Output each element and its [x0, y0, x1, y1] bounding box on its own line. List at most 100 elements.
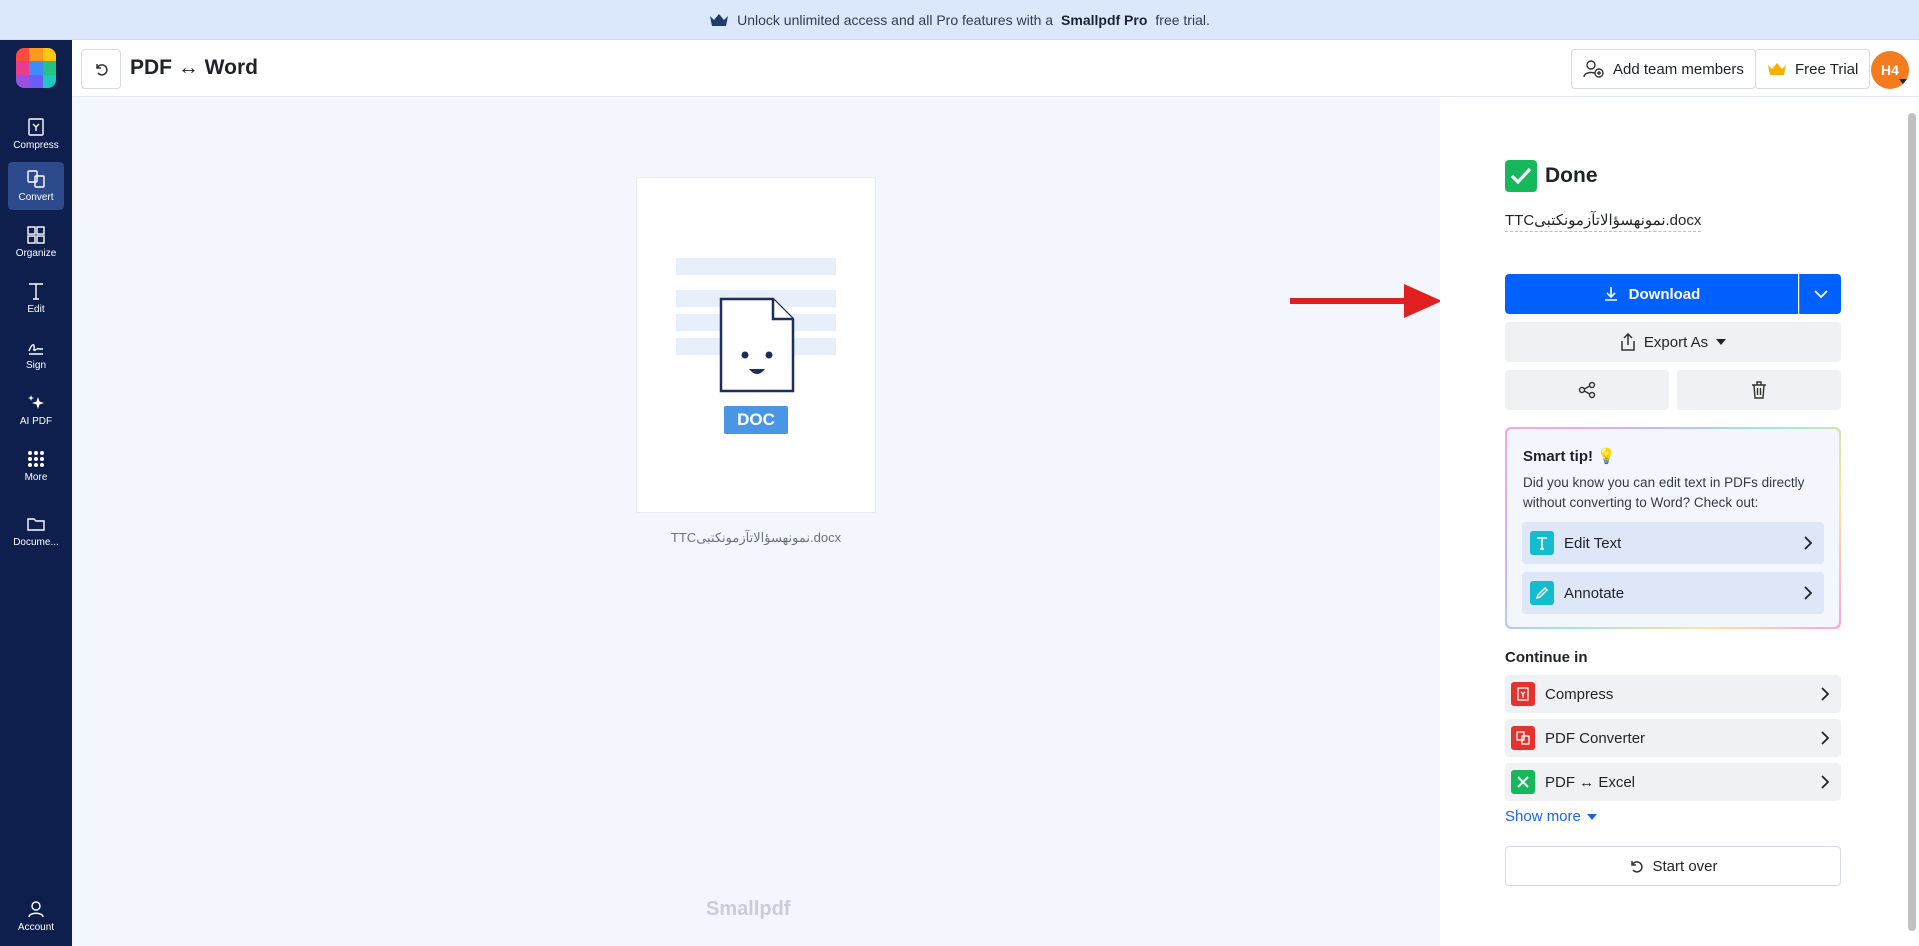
chevron-right-icon: [1821, 775, 1829, 789]
compress-icon: [28, 118, 44, 136]
sidebar-item-edit[interactable]: Edit: [8, 274, 64, 322]
edit-icon: [29, 283, 43, 300]
delete-button[interactable]: [1677, 370, 1841, 410]
add-team-members-label: Add team members: [1613, 60, 1744, 78]
sidebar-item-documents[interactable]: Docume...: [8, 507, 64, 555]
edit-text-label: Edit Text: [1564, 534, 1622, 552]
sidebar-item-convert[interactable]: Convert: [8, 162, 64, 210]
sidebar-item-label: Organize: [15, 248, 57, 259]
red-arrow-icon: [1290, 284, 1442, 318]
continue-item-label: Compress: [1545, 685, 1614, 703]
account-icon: [28, 901, 44, 918]
chevron-right-icon: [1804, 536, 1812, 550]
chevron-right-icon: [1821, 731, 1829, 745]
sidebar-item-label: Edit: [27, 304, 45, 315]
undo-icon: [96, 64, 108, 76]
page-title: PDF ↔ Word: [130, 56, 258, 79]
sidebar-item-organize[interactable]: Organize: [8, 218, 64, 266]
share-icon: [1578, 381, 1596, 399]
top-header: PDF ↔ Word Add team members Free Trial H…: [72, 40, 1919, 97]
sidebar-item-label: Docume...: [13, 537, 59, 548]
caret-down-icon: [1586, 813, 1597, 820]
undo-button[interactable]: [81, 49, 121, 89]
sidebar-item-sign[interactable]: Sign: [8, 330, 64, 378]
sign-icon: [28, 344, 43, 355]
smart-tip-box: Smart tip! 💡 Did you know you can edit t…: [1505, 427, 1841, 629]
crown-icon: [710, 13, 729, 26]
export-as-label: Export As: [1643, 333, 1709, 351]
sidebar-item-label: Account: [17, 922, 55, 933]
show-more-label: Show more: [1505, 808, 1581, 825]
compress-icon: [1511, 682, 1535, 706]
download-icon: [1604, 287, 1617, 301]
smallpdf-watermark: Smallpdf: [706, 898, 791, 920]
download-options-button[interactable]: [1799, 274, 1841, 314]
crown-icon: [1768, 63, 1786, 75]
add-user-icon: [1583, 60, 1604, 78]
sidebar-item-compress[interactable]: Compress: [8, 110, 64, 158]
convert-icon: [1511, 726, 1535, 750]
pencil-icon: [1530, 581, 1554, 605]
continue-item-label: PDF Converter: [1545, 729, 1646, 747]
sidebar-item-more[interactable]: More: [8, 442, 64, 490]
restart-icon: [1631, 861, 1644, 873]
chevron-down-icon: [1899, 79, 1907, 84]
sparkle-icon: [28, 395, 44, 409]
start-over-button[interactable]: Start over: [1505, 846, 1841, 886]
continue-pdf-excel-link[interactable]: PDF ↔ Excel: [1505, 763, 1841, 801]
banner-text-before: Unlock unlimited access and all Pro feat…: [737, 11, 1054, 28]
edit-text-link[interactable]: Edit Text: [1522, 522, 1824, 564]
annotate-label: Annotate: [1564, 584, 1625, 602]
document-preview: DOC: [636, 177, 876, 513]
annotate-link[interactable]: Annotate: [1522, 572, 1824, 614]
sidebar-item-ai-pdf[interactable]: AI PDF: [8, 386, 64, 434]
smart-tip-text: Did you know you can edit text in PDFs d…: [1523, 475, 1805, 510]
continue-item-label: PDF ↔ Excel: [1545, 773, 1636, 791]
scrollbar[interactable]: [1905, 97, 1919, 946]
smallpdf-logo[interactable]: [16, 48, 56, 88]
doc-badge: DOC: [724, 406, 788, 434]
free-trial-button[interactable]: Free Trial: [1755, 49, 1871, 89]
download-label: Download: [1628, 285, 1701, 303]
result-file-name[interactable]: TTCنمونهسؤالاتآزمونکتبی.docx: [1505, 211, 1702, 232]
document-face-icon: [719, 297, 795, 393]
continue-pdf-converter-link[interactable]: PDF Converter: [1505, 719, 1841, 757]
edit-text-icon: [1530, 531, 1554, 555]
export-icon: [1621, 333, 1635, 351]
caret-down-icon: [1716, 339, 1727, 345]
avatar-initials: H4: [1881, 62, 1899, 78]
sidebar-item-label: AI PDF: [19, 416, 53, 427]
chevron-down-icon: [1813, 290, 1828, 298]
show-more-link[interactable]: Show more: [1505, 808, 1597, 825]
convert-icon: [27, 170, 45, 188]
excel-icon: [1511, 770, 1535, 794]
banner-text-after: free trial.: [1155, 11, 1210, 28]
promo-banner[interactable]: Unlock unlimited access and all Pro feat…: [0, 0, 1919, 40]
continue-compress-link[interactable]: Compress: [1505, 675, 1841, 713]
trash-icon: [1752, 381, 1766, 399]
free-trial-label: Free Trial: [1795, 60, 1859, 78]
add-team-members-button[interactable]: Add team members: [1571, 49, 1756, 89]
chevron-right-icon: [1821, 687, 1829, 701]
done-check-icon: [1505, 160, 1537, 192]
status-label: Done: [1545, 164, 1598, 187]
continue-in-title: Continue in: [1505, 649, 1588, 666]
sidebar-item-label: Convert: [18, 192, 54, 203]
smart-tip-title: Smart tip! 💡: [1523, 448, 1616, 465]
sidebar-item-label: Sign: [25, 360, 46, 371]
share-button[interactable]: [1505, 370, 1669, 410]
grid-icon: [28, 451, 44, 467]
download-button[interactable]: Download: [1505, 274, 1798, 314]
sidebar-item-account[interactable]: Account: [8, 892, 64, 940]
folder-icon: [27, 518, 45, 531]
sidebar-item-label: More: [24, 472, 48, 483]
sidebar-item-label: Compress: [13, 140, 59, 151]
sidebar: Compress Convert Organize Edit Sign AI P…: [0, 40, 72, 946]
scrollbar-thumb[interactable]: [1908, 113, 1916, 931]
chevron-right-icon: [1804, 586, 1812, 600]
preview-file-name: TTCنمونهسؤالاتآزمونکتبی.docx: [670, 530, 842, 545]
banner-brand: Smallpdf Pro: [1061, 11, 1148, 28]
start-over-label: Start over: [1652, 857, 1718, 875]
export-as-button[interactable]: Export As: [1505, 322, 1841, 362]
organize-icon: [27, 226, 45, 244]
